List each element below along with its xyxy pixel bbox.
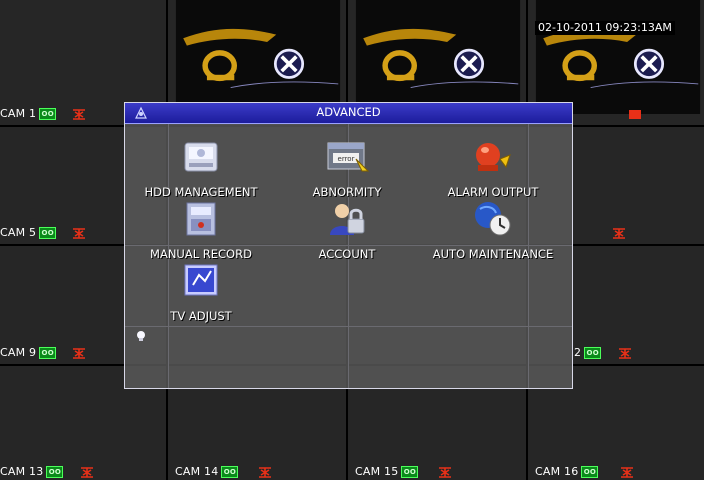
menu-item-label: ACCOUNT <box>318 247 376 261</box>
camera-label-9: CAM 9 OO <box>0 346 57 359</box>
camera-label-text: CAM 9 <box>0 346 37 359</box>
record-status-icon: OO <box>39 107 57 120</box>
menu-item-label: HDD MANAGEMENT <box>144 185 258 199</box>
camera-label-14: CAM 14 OO <box>175 465 239 478</box>
menu-item-alarm-output[interactable]: ALARM OUTPUT <box>423 137 563 199</box>
camera-label-text: CAM 13 <box>0 465 44 478</box>
menu-item-label: TV ADJUST <box>170 309 232 323</box>
menu-item-label: MANUAL RECORD <box>150 247 252 261</box>
menu-item-label: ABNORMITY <box>312 185 382 199</box>
alarm-status-icon <box>629 110 641 119</box>
menu-item-label: ALARM OUTPUT <box>447 185 539 199</box>
alarm-status-icon <box>81 467 93 478</box>
camera-label-text: CAM 1 <box>0 107 37 120</box>
advanced-dialog: ADVANCED HDD MANAGEMENT error ABNORMITY … <box>124 102 573 389</box>
menu-item-account[interactable]: ACCOUNT <box>277 199 417 261</box>
camera-label-1: CAM 1 OO <box>0 107 57 120</box>
grid-divider <box>125 326 572 327</box>
account-icon <box>330 204 365 235</box>
record-status-icon: OO <box>221 465 239 478</box>
alarm-status-icon <box>259 467 271 478</box>
dialog-title: ADVANCED <box>316 105 381 119</box>
camera-label-15: CAM 15 OO <box>355 465 419 478</box>
camera-logo-feed <box>175 0 341 114</box>
alarm-output-icon <box>476 143 511 171</box>
abnormity-icon: error <box>327 142 370 172</box>
alarm-status-icon <box>613 228 625 239</box>
alarm-status-icon <box>73 109 85 120</box>
menu-item-auto-maintenance[interactable]: AUTO MAINTENANCE <box>423 199 563 261</box>
tv-adjust-icon <box>184 264 218 296</box>
camera-label-13: CAM 13 OO <box>0 465 64 478</box>
camera-label-text: CAM 5 <box>0 226 37 239</box>
timestamp: 02-10-2011 09:23:13AM <box>535 21 675 35</box>
camera-logo-feed <box>355 0 521 114</box>
alarm-status-icon <box>73 348 85 359</box>
camera-label-5: CAM 5 OO <box>0 226 57 239</box>
alarm-status-icon <box>73 228 85 239</box>
alarm-status-icon <box>439 467 451 478</box>
alarm-status-icon <box>619 348 631 359</box>
dialog-titlebar[interactable]: ADVANCED <box>125 103 572 124</box>
record-status-icon: OO <box>401 465 419 478</box>
camera-logo-feed <box>535 0 701 114</box>
camera-label-16: CAM 16 OO <box>535 465 599 478</box>
menu-item-abnormity[interactable]: error ABNORMITY <box>277 137 417 199</box>
menu-item-manual-record[interactable]: MANUAL RECORD <box>131 199 271 261</box>
record-status-icon: OO <box>46 465 64 478</box>
camera-label-12: 2 OO <box>574 346 602 359</box>
menu-item-tv-adjust[interactable]: TV ADJUST <box>131 261 271 323</box>
svg-text:error: error <box>338 155 355 163</box>
camera-label-text: 2 <box>574 346 582 359</box>
lightbulb-hint-icon <box>137 331 145 341</box>
hdd-icon <box>184 142 218 172</box>
camera-label-text: CAM 15 <box>355 465 399 478</box>
record-status-icon: OO <box>581 465 599 478</box>
manual-record-icon <box>186 202 216 236</box>
record-status-icon: OO <box>39 226 57 239</box>
record-status-icon: OO <box>39 346 57 359</box>
alarm-status-icon <box>621 467 633 478</box>
record-status-icon: OO <box>584 346 602 359</box>
camera-label-text: CAM 16 <box>535 465 579 478</box>
menu-item-label: AUTO MAINTENANCE <box>432 247 554 261</box>
auto-maintenance-icon <box>475 202 511 236</box>
menu-item-hdd-management[interactable]: HDD MANAGEMENT <box>131 137 271 199</box>
camera-label-text: CAM 14 <box>175 465 219 478</box>
